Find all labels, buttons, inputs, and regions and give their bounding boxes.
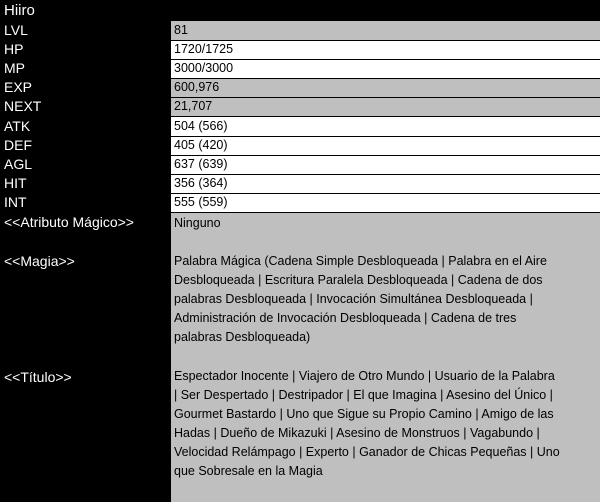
row-divider [171, 59, 600, 60]
titulo-value: Espectador Inocente | Viajero de Otro Mu… [171, 367, 600, 502]
stat-value-next: 21,707 [171, 97, 600, 116]
stat-value-def: 405 (420) [171, 136, 600, 155]
atributo-value: Ninguno [171, 213, 600, 251]
stat-label-int: INT [4, 194, 27, 210]
stat-value-atk: 504 (566) [171, 117, 600, 136]
stat-value-agl: 637 (639) [171, 155, 600, 174]
stat-label-def: DEF [4, 137, 32, 153]
stat-value-exp: 600,976 [171, 78, 600, 97]
stat-label-hit: HIT [4, 175, 27, 191]
row-divider [171, 193, 600, 194]
status-sheet: Hiiro LVL 81 HP 1720/1725 MP 3000/3000 E… [0, 0, 600, 502]
row-divider [171, 174, 600, 175]
stat-label-exp: EXP [4, 79, 33, 95]
stat-value-mp: 3000/3000 [171, 59, 600, 78]
stat-label-mp: MP [4, 60, 25, 76]
atributo-label: <<Atributo Mágico>> [4, 214, 134, 230]
magia-value: Palabra Mágica (Cadena Simple Desbloquea… [171, 251, 600, 367]
stat-value-hp: 1720/1725 [171, 40, 600, 59]
magia-label: <<Magia>> [4, 253, 75, 269]
row-divider [171, 97, 600, 98]
stat-value-lvl: 81 [171, 21, 600, 40]
row-divider [171, 155, 600, 156]
stat-label-lvl: LVL [4, 22, 28, 38]
stat-label-agl: AGL [4, 156, 33, 172]
titulo-label: <<Título>> [4, 369, 72, 385]
character-name: Hiiro [4, 2, 35, 19]
row-divider [171, 40, 600, 41]
stat-label-next: NEXT [4, 98, 42, 114]
stat-label-atk: ATK [4, 118, 31, 134]
stat-value-int: 555 (559) [171, 193, 600, 212]
stat-value-hit: 356 (364) [171, 174, 600, 193]
stat-label-hp: HP [4, 41, 24, 57]
row-divider [171, 212, 600, 213]
row-divider [171, 136, 600, 137]
row-divider [171, 116, 600, 117]
row-divider [171, 78, 600, 79]
